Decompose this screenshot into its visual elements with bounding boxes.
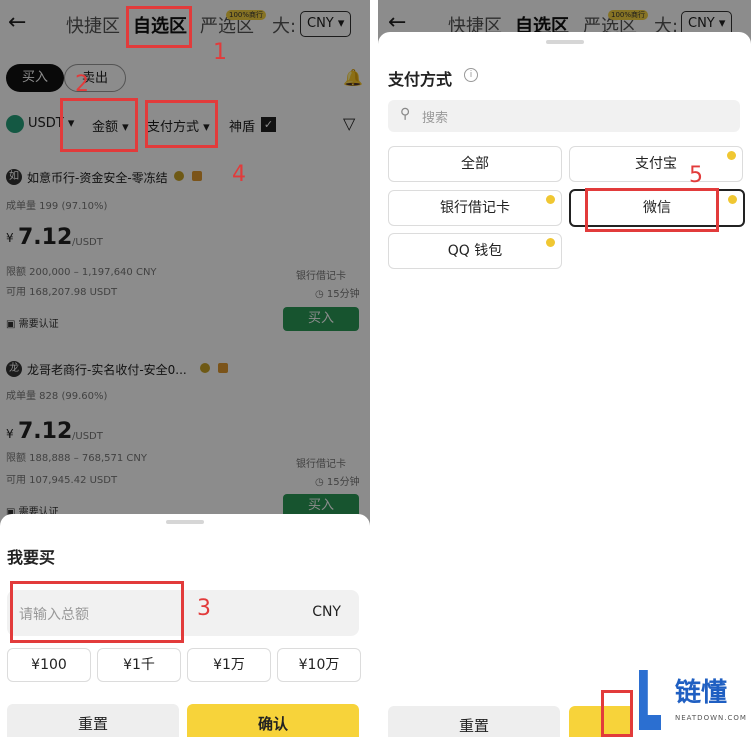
annotation-number: 2 bbox=[75, 72, 89, 97]
search-icon: ⚲ bbox=[400, 106, 411, 122]
sheet-title: 支付方式 bbox=[388, 70, 453, 89]
payment-option-all[interactable]: 全部 bbox=[388, 146, 562, 182]
annotation-number: 5 bbox=[689, 163, 703, 188]
annotation-box bbox=[126, 6, 192, 48]
annotation-number: 4 bbox=[232, 162, 246, 187]
coin-icon bbox=[728, 195, 737, 204]
payment-option-qq[interactable]: QQ 钱包 bbox=[388, 233, 562, 269]
coin-icon bbox=[546, 195, 555, 204]
quick-amount-1k[interactable]: ¥1千 bbox=[97, 648, 181, 682]
search-placeholder: 搜索 bbox=[422, 111, 449, 126]
sheet-grabber[interactable] bbox=[166, 520, 204, 524]
info-icon[interactable]: i bbox=[464, 68, 478, 82]
sheet-title: 我要买 bbox=[7, 548, 56, 567]
logo-mark-icon bbox=[639, 670, 661, 730]
watermark: 链懂 NEATDOWN.COM bbox=[633, 666, 751, 737]
payment-option-bank[interactable]: 银行借记卡 bbox=[388, 190, 562, 226]
annotation-box bbox=[145, 100, 218, 148]
quick-amount-100[interactable]: ¥100 bbox=[7, 648, 91, 682]
watermark-url: NEATDOWN.COM bbox=[675, 714, 747, 722]
watermark-text: 链懂 bbox=[675, 678, 728, 708]
quick-amount-100k[interactable]: ¥10万 bbox=[277, 648, 361, 682]
right-screen: ← 快捷区 自选区 严选区 100%商行 大: CNY ▾ 支付方式 i ⚲ 搜… bbox=[378, 0, 751, 737]
reset-button[interactable]: 重置 bbox=[7, 704, 179, 737]
annotation-box bbox=[10, 581, 184, 643]
amount-currency: CNY bbox=[312, 604, 341, 620]
confirm-button[interactable]: 确认 bbox=[187, 704, 359, 737]
annotation-number: 1 bbox=[213, 40, 227, 65]
left-screen: ← 快捷区 自选区 严选区 100%商行 大: CNY ▾ 买入 卖出 🔔 US… bbox=[0, 0, 370, 737]
search-input[interactable]: ⚲ 搜索 bbox=[388, 100, 740, 132]
annotation-number: 3 bbox=[197, 596, 211, 621]
payment-method-sheet: 支付方式 i ⚲ 搜索 全部 支付宝 银行借记卡 微信 QQ 钱包 重置 bbox=[378, 32, 751, 737]
annotation-box bbox=[60, 98, 138, 152]
reset-button[interactable]: 重置 bbox=[388, 706, 560, 737]
annotation-box bbox=[585, 188, 719, 232]
coin-icon bbox=[727, 151, 736, 160]
sheet-grabber[interactable] bbox=[545, 40, 584, 44]
quick-amount-10k[interactable]: ¥1万 bbox=[187, 648, 271, 682]
payment-option-alipay[interactable]: 支付宝 bbox=[569, 146, 743, 182]
coin-icon bbox=[546, 238, 555, 247]
annotation-box bbox=[601, 690, 633, 737]
